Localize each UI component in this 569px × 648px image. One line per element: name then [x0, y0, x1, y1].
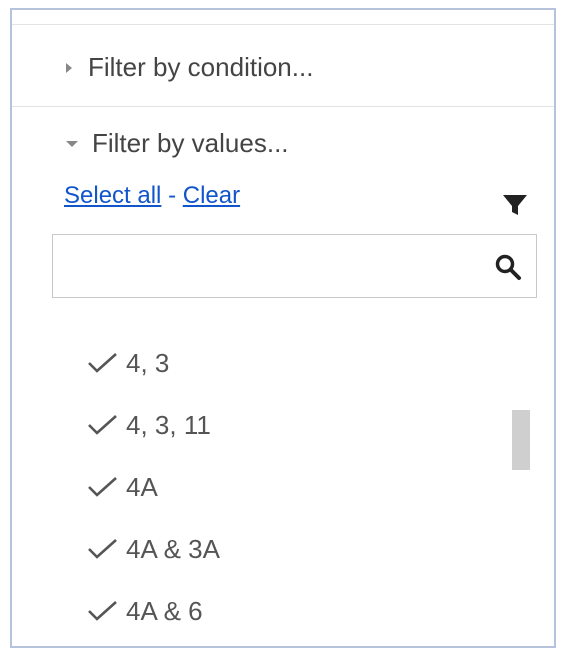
search-box — [52, 234, 537, 298]
check-icon — [88, 477, 117, 497]
link-separator: - — [168, 182, 177, 209]
select-all-link[interactable]: Select all — [64, 182, 161, 209]
value-item[interactable]: 4A — [86, 456, 220, 518]
caret-right-icon — [66, 62, 72, 73]
search-input[interactable] — [61, 243, 485, 291]
value-label: 4A — [126, 471, 158, 502]
filter-panel: Filter by condition... Filter by values.… — [10, 8, 556, 648]
value-list: 4, 3 4, 3, 11 4A 4A & 3A 4A & 6 — [86, 332, 220, 642]
divider — [12, 24, 554, 25]
value-item[interactable]: 4, 3, 11 — [86, 394, 220, 456]
filter-by-condition-label: Filter by condition... — [88, 52, 314, 82]
check-icon — [88, 415, 117, 435]
value-label: 4A & 3A — [126, 533, 220, 564]
filter-by-condition-header[interactable]: Filter by condition... — [66, 52, 313, 83]
value-item[interactable]: 4, 3 — [86, 332, 220, 394]
value-item[interactable]: 4A & 6 — [86, 580, 220, 642]
search-icon[interactable] — [494, 253, 522, 281]
scrollbar-thumb[interactable] — [512, 410, 530, 470]
check-icon — [88, 539, 117, 559]
clear-link[interactable]: Clear — [183, 182, 240, 209]
value-label: 4, 3, 11 — [126, 409, 211, 440]
divider — [12, 106, 554, 107]
filter-funnel-icon[interactable] — [502, 192, 528, 218]
caret-down-icon — [66, 140, 78, 147]
check-icon — [88, 353, 117, 373]
filter-by-values-header[interactable]: Filter by values... — [66, 128, 289, 159]
check-icon — [88, 601, 117, 621]
value-item[interactable]: 4A & 3A — [86, 518, 220, 580]
select-links: Select all - Clear — [64, 182, 240, 210]
value-label: 4, 3 — [126, 347, 170, 378]
value-label: 4A & 6 — [126, 595, 203, 626]
filter-by-values-label: Filter by values... — [92, 128, 289, 158]
